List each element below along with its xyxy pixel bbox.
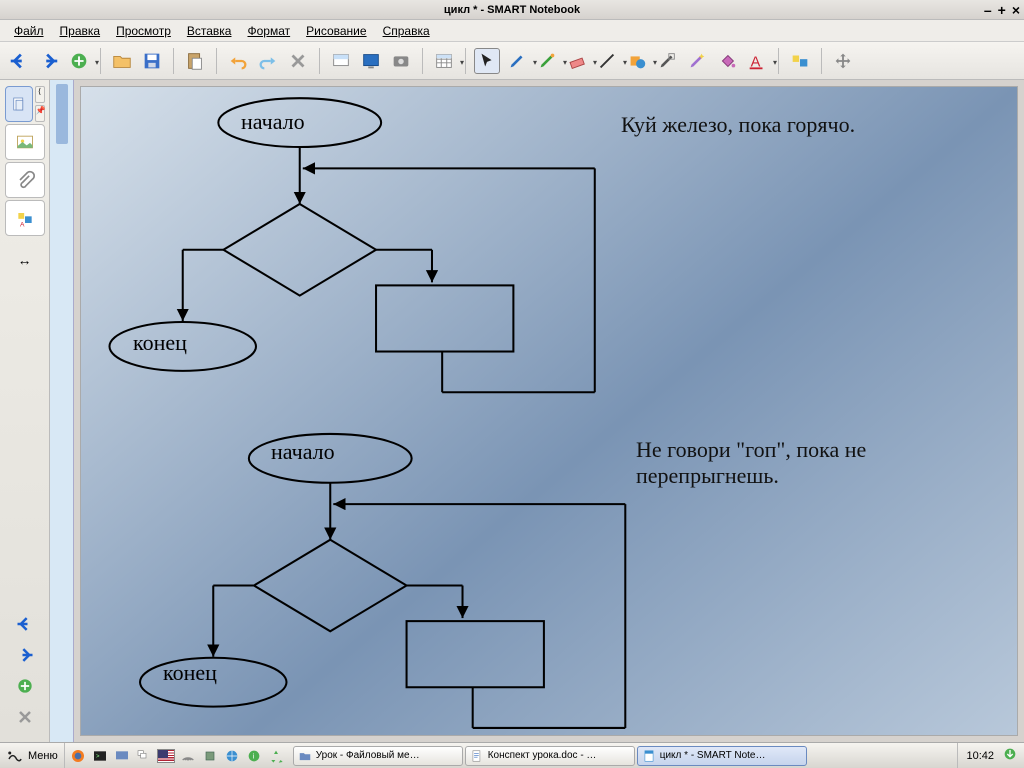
close-button[interactable]: ×: [1012, 2, 1020, 18]
attachments-tab[interactable]: [5, 162, 45, 198]
creative-pen-button[interactable]: ▾: [534, 48, 560, 74]
window-title: цикл * - SMART Notebook: [444, 4, 580, 16]
save-button[interactable]: [139, 48, 165, 74]
screen-shade-button[interactable]: [328, 48, 354, 74]
prev-page-button[interactable]: [12, 614, 38, 639]
screen-capture-button[interactable]: [388, 48, 414, 74]
tray-recycle-icon[interactable]: [267, 747, 285, 765]
menu-insert[interactable]: Вставка: [179, 21, 240, 41]
taskbar-app-smartnotebook[interactable]: цикл * - SMART Note…: [637, 746, 807, 766]
document-icon: [470, 749, 484, 763]
magic-pen-button[interactable]: [684, 48, 710, 74]
menu-format[interactable]: Формат: [239, 21, 298, 41]
add-page-button[interactable]: ▾: [66, 48, 92, 74]
select-tool-button[interactable]: [474, 48, 500, 74]
keyboard-layout-indicator[interactable]: [157, 747, 175, 765]
flow1-end-label[interactable]: конец: [133, 330, 187, 356]
window-titlebar: цикл * - SMART Notebook – + ×: [0, 0, 1024, 20]
fill-button[interactable]: [714, 48, 740, 74]
start-menu-button[interactable]: Меню: [0, 743, 65, 768]
menu-draw[interactable]: Рисование: [298, 21, 374, 41]
taskbar-clock[interactable]: 10:42: [957, 743, 1002, 768]
maximize-button[interactable]: +: [998, 2, 1006, 18]
tray-firefox-icon[interactable]: [69, 747, 87, 765]
pen-tool-button[interactable]: ▾: [504, 48, 530, 74]
next-page-button[interactable]: [12, 645, 38, 670]
flow2-start-label[interactable]: начало: [271, 439, 335, 465]
open-button[interactable]: [109, 48, 135, 74]
start-menu-label: Меню: [28, 750, 58, 762]
side-panel: ⟨ 📌 A ↔: [0, 80, 50, 742]
delete-button[interactable]: [285, 48, 311, 74]
paste-button[interactable]: [182, 48, 208, 74]
pin-handle-icon[interactable]: 📌: [35, 105, 45, 122]
tray-desktop-icon[interactable]: [113, 747, 131, 765]
forward-button[interactable]: [36, 48, 62, 74]
flow2-end-label[interactable]: конец: [163, 660, 217, 686]
eraser-button[interactable]: ▾: [564, 48, 590, 74]
menu-edit[interactable]: Правка: [52, 21, 109, 41]
table-button[interactable]: ▾: [431, 48, 457, 74]
flow1-start-label[interactable]: начало: [241, 109, 305, 135]
show-desktop-button[interactable]: [1002, 746, 1024, 765]
collapse-handle-icon[interactable]: ⟨: [35, 86, 45, 103]
svg-text:>: >: [96, 754, 100, 760]
undo-button[interactable]: [225, 48, 251, 74]
main-toolbar: ▾ ▾ ▾ ▾ ▾ ▾ ▾ A▾: [0, 42, 1024, 80]
os-taskbar: Меню > i Урок - Файловый ме… Конспект ур…: [0, 742, 1024, 768]
back-button[interactable]: [6, 48, 32, 74]
page-strip-handle-icon[interactable]: [56, 84, 68, 144]
taskbar-app-smartnotebook-label: цикл * - SMART Note…: [660, 750, 766, 761]
taskbar-app-doc-label: Конспект урока.doc - …: [488, 750, 597, 761]
page-sorter-tab[interactable]: [5, 86, 33, 122]
shape-tool-button[interactable]: ▾: [624, 48, 650, 74]
menubar: Файл Правка Просмотр Вставка Формат Рисо…: [0, 20, 1024, 42]
svg-text:A: A: [20, 221, 25, 228]
tray-network-icon[interactable]: [179, 747, 197, 765]
taskbar-app-filemanager[interactable]: Урок - Файловый ме…: [293, 746, 463, 766]
taskbar-app-filemanager-label: Урок - Файловый ме…: [316, 750, 420, 761]
gallery-tab[interactable]: [5, 124, 45, 160]
start-logo-icon: [6, 747, 24, 765]
folder-icon: [298, 749, 312, 763]
toolbar-move-button[interactable]: [830, 48, 856, 74]
fullscreen-button[interactable]: [358, 48, 384, 74]
menu-view[interactable]: Просмотр: [108, 21, 179, 41]
minimize-button[interactable]: –: [984, 2, 992, 18]
redo-button[interactable]: [255, 48, 281, 74]
tray-terminal-icon[interactable]: >: [91, 747, 109, 765]
page-thumbnail-strip[interactable]: [50, 80, 74, 742]
line-tool-button[interactable]: ▾: [594, 48, 620, 74]
autohide-toggle-icon[interactable]: ↔: [18, 252, 32, 268]
tray-windows-icon[interactable]: [135, 747, 153, 765]
text-tool-button[interactable]: A▾: [744, 48, 770, 74]
properties-button[interactable]: [787, 48, 813, 74]
canvas-area[interactable]: Куй железо, пока горячо. Не говори "гоп"…: [74, 80, 1024, 742]
us-flag-icon: [157, 749, 175, 763]
add-page-side-button[interactable]: [15, 676, 35, 701]
shape-pen-button[interactable]: [654, 48, 680, 74]
tray-globe-icon[interactable]: [223, 747, 241, 765]
taskbar-app-doc[interactable]: Конспект урока.doc - …: [465, 746, 635, 766]
tray-chip-icon[interactable]: [201, 747, 219, 765]
menu-file[interactable]: Файл: [6, 21, 52, 41]
menu-help[interactable]: Справка: [375, 21, 438, 41]
properties-tab[interactable]: A: [5, 200, 45, 236]
flowchart-1[interactable]: [81, 87, 1017, 742]
notebook-icon: [642, 749, 656, 763]
delete-page-side-button[interactable]: [15, 707, 35, 732]
tray-info-icon[interactable]: i: [245, 747, 263, 765]
